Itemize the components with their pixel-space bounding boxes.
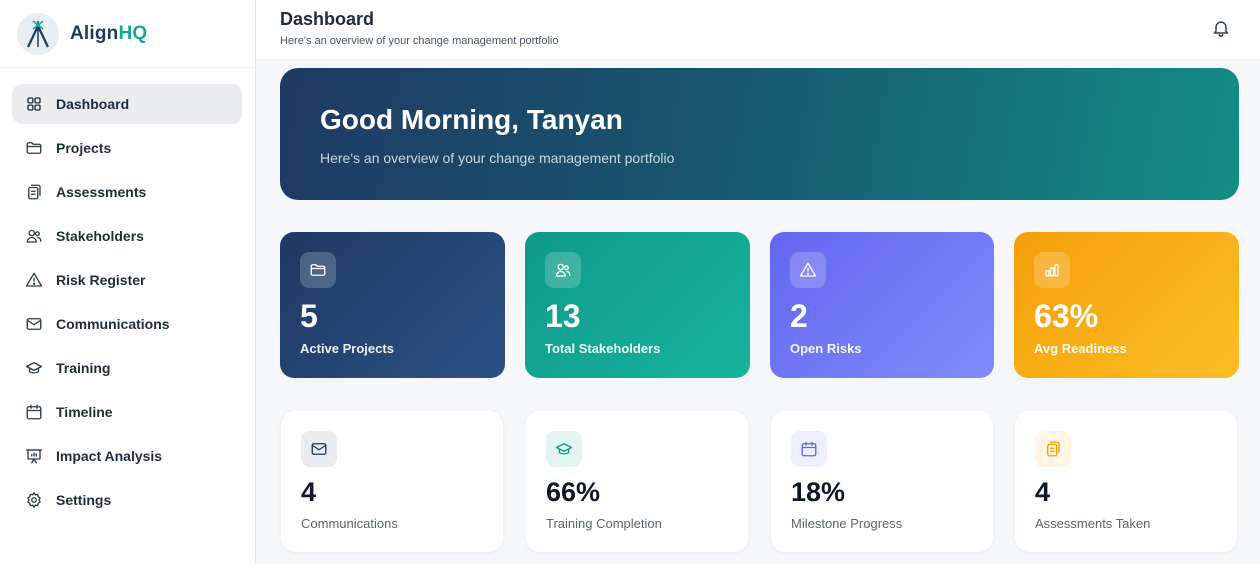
graduation-cap-icon [546, 431, 582, 467]
bar-chart-icon [1034, 252, 1070, 288]
stat-card-active-projects[interactable]: 5 Active Projects [280, 232, 505, 378]
greeting-heading: Good Morning, Tanyan [320, 104, 623, 135]
metric-value: 66% [546, 477, 601, 507]
mail-icon [301, 431, 337, 467]
stat-card-open-risks[interactable]: 2 Open Risks [770, 232, 994, 378]
metric-card-communications[interactable]: 4 Communications [281, 411, 503, 552]
sidebar-item-timeline[interactable]: Timeline [12, 392, 242, 432]
sidebar-item-label: Training [56, 360, 111, 376]
stat-value: 13 [545, 298, 581, 334]
metric-label: Communications [301, 516, 398, 531]
sidebar-item-projects[interactable]: Projects [12, 128, 242, 168]
presentation-chart-icon [25, 447, 43, 465]
welcome-banner: Good Morning, Tanyan Here's an overview … [280, 68, 1239, 200]
sidebar-item-label: Dashboard [56, 96, 130, 112]
users-icon [25, 227, 43, 245]
stat-label: Total Stakeholders [545, 341, 661, 356]
sidebar-item-label: Projects [56, 140, 112, 156]
stat-value: 2 [790, 298, 808, 334]
sidebar-item-stakeholders[interactable]: Stakeholders [12, 216, 242, 256]
sidebar-item-communications[interactable]: Communications [12, 304, 242, 344]
metric-value: 4 [301, 477, 317, 507]
calendar-icon [25, 403, 43, 421]
folder-icon [300, 252, 336, 288]
top-bar: Dashboard Here's an overview of your cha… [256, 0, 1260, 60]
brand[interactable]: AlignHQ [0, 0, 255, 68]
metric-value: 18% [791, 477, 846, 507]
folder-icon [25, 139, 43, 157]
clipboard-icon [1035, 431, 1071, 467]
stat-label: Avg Readiness [1034, 341, 1127, 356]
greeting-subtitle: Here's an overview of your change manage… [320, 150, 675, 166]
grid-icon [25, 95, 43, 113]
calendar-icon [791, 431, 827, 467]
clipboard-icon [25, 183, 43, 201]
graduation-cap-icon [25, 359, 43, 377]
sidebar-item-training[interactable]: Training [12, 348, 242, 388]
mail-icon [25, 315, 43, 333]
brand-name-hq: HQ [118, 22, 148, 44]
gear-icon [25, 491, 43, 509]
sidebar-item-label: Stakeholders [56, 228, 144, 244]
stat-value: 5 [300, 298, 318, 334]
sidebar-item-settings[interactable]: Settings [12, 480, 242, 520]
sidebar-item-label: Impact Analysis [56, 448, 163, 464]
warning-icon [25, 271, 43, 289]
sidebar-item-label: Risk Register [56, 272, 146, 288]
metric-label: Training Completion [546, 516, 662, 531]
sidebar-item-impact-analysis[interactable]: Impact Analysis [12, 436, 242, 476]
sidebar-item-assessments[interactable]: Assessments [12, 172, 242, 212]
metric-card-training-completion[interactable]: 66% Training Completion [526, 411, 748, 552]
sidebar-item-dashboard[interactable]: Dashboard [12, 84, 242, 124]
metric-label: Assessments Taken [1035, 516, 1151, 531]
bell-icon[interactable] [1211, 18, 1231, 38]
metric-card-milestone-progress[interactable]: 18% Milestone Progress [771, 411, 993, 552]
sidebar-item-risk-register[interactable]: Risk Register [12, 260, 242, 300]
stat-label: Open Risks [790, 341, 862, 356]
sidebar-nav: Dashboard Projects Assessments Stakehold… [0, 68, 255, 520]
page-subtitle: Here's an overview of your change manage… [280, 35, 559, 47]
sidebar-item-label: Settings [56, 492, 112, 508]
warning-icon [790, 252, 826, 288]
metric-value: 4 [1035, 477, 1051, 507]
stat-value: 63% [1034, 298, 1099, 334]
metric-label: Milestone Progress [791, 516, 903, 531]
stat-card-total-stakeholders[interactable]: 13 Total Stakeholders [525, 232, 750, 378]
metric-card-assessments-taken[interactable]: 4 Assessments Taken [1015, 411, 1237, 552]
users-icon [545, 252, 581, 288]
brand-name: AlignHQ [70, 23, 147, 45]
sidebar: AlignHQ Dashboard Projects Assessments S… [0, 0, 256, 564]
sidebar-item-label: Communications [56, 316, 170, 332]
stat-label: Active Projects [300, 341, 394, 356]
page-title: Dashboard [280, 9, 375, 29]
sidebar-item-label: Timeline [56, 404, 113, 420]
stat-card-avg-readiness[interactable]: 63% Avg Readiness [1014, 232, 1239, 378]
brand-name-align: Align [70, 22, 119, 44]
alignhq-logo [17, 12, 59, 55]
sidebar-item-label: Assessments [56, 184, 147, 200]
